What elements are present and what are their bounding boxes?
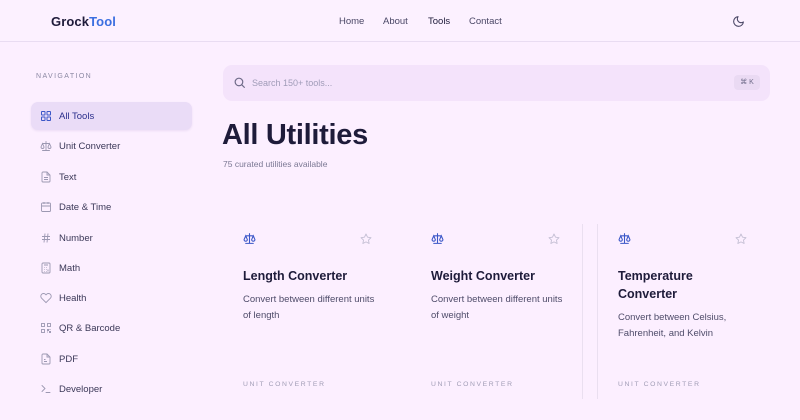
calendar-icon <box>40 200 52 212</box>
tool-card-length-converter[interactable]: Length Converter Convert between differe… <box>243 221 403 411</box>
pdf-file-icon <box>40 352 52 365</box>
search-icon <box>233 76 246 89</box>
grid-icon <box>40 109 52 121</box>
sidebar-item-label: All Tools <box>59 111 95 122</box>
hash-icon <box>40 231 52 243</box>
top-header: GrockTool Home About Tools Contact <box>0 0 800 42</box>
card-title: Weight Converter <box>431 269 535 283</box>
nav-link-contact[interactable]: Contact <box>469 16 502 27</box>
card-divider <box>597 224 598 399</box>
card-description: Convert between different units of weigh… <box>431 294 563 321</box>
sidebar-item-pdf[interactable]: PDF <box>31 345 192 373</box>
moon-icon[interactable] <box>732 15 745 28</box>
calculator-icon <box>40 261 52 274</box>
sidebar-item-label: Health <box>59 293 87 304</box>
scale-icon <box>618 232 631 245</box>
sidebar-item-unit-converter[interactable]: Unit Converter <box>31 132 192 160</box>
card-description: Convert between Celsius, Fahrenheit, and… <box>618 312 727 339</box>
nav-link-tools[interactable]: Tools <box>428 16 450 27</box>
card-category: UNIT CONVERTER <box>243 381 326 388</box>
sidebar-item-label: Number <box>59 233 93 244</box>
card-category: UNIT CONVERTER <box>431 381 514 388</box>
page-subtitle: 75 curated utilities available <box>223 159 328 169</box>
nav-link-about[interactable]: About <box>383 16 408 27</box>
page-title: All Utilities <box>222 119 368 151</box>
card-title: Length Converter <box>243 269 348 283</box>
sidebar-item-label: Developer <box>59 384 103 395</box>
sidebar-item-qr-barcode[interactable]: QR & Barcode <box>31 314 192 342</box>
sidebar-item-number[interactable]: Number <box>31 224 192 252</box>
sidebar-item-health[interactable]: Health <box>31 284 192 312</box>
sidebar-item-text[interactable]: Text <box>31 163 192 191</box>
tool-card-temperature-converter[interactable]: Temperature Converter Convert between Ce… <box>618 221 778 411</box>
main-nav: Home About Tools Contact <box>0 16 800 30</box>
card-title: Temperature Converter <box>618 269 693 301</box>
sidebar-item-label: PDF <box>59 354 78 365</box>
document-icon <box>40 170 52 183</box>
star-icon[interactable] <box>548 232 560 244</box>
qr-code-icon <box>40 321 52 333</box>
star-icon[interactable] <box>360 232 372 244</box>
sidebar-item-label: Math <box>59 263 81 274</box>
sidebar-item-label: QR & Barcode <box>59 323 121 334</box>
sidebar-item-math[interactable]: Math <box>31 254 192 282</box>
sidebar-item-all-tools[interactable]: All Tools <box>31 102 192 130</box>
sidebar-item-label: Date & Time <box>59 202 112 213</box>
sidebar-item-developer[interactable]: Developer <box>31 375 192 403</box>
scale-icon <box>243 232 256 245</box>
sidebar-heading: NAVIGATION <box>36 73 93 80</box>
search-input[interactable] <box>252 74 702 92</box>
terminal-icon <box>40 382 52 394</box>
card-description: Convert between different units of lengt… <box>243 294 375 321</box>
shortcut-badge: ⌘ K <box>734 75 760 90</box>
sidebar-item-label: Text <box>59 172 77 183</box>
card-category: UNIT CONVERTER <box>618 381 701 388</box>
nav-link-home[interactable]: Home <box>339 16 364 27</box>
tool-card-weight-converter[interactable]: Weight Converter Convert between differe… <box>431 221 591 411</box>
sidebar-item-label: Unit Converter <box>59 141 121 152</box>
scale-icon <box>40 139 52 151</box>
search-bar <box>223 65 770 101</box>
scale-icon <box>431 232 444 245</box>
card-divider <box>582 224 583 399</box>
sidebar-item-date-time[interactable]: Date & Time <box>31 193 192 221</box>
heart-icon <box>40 291 52 304</box>
star-icon[interactable] <box>735 232 747 244</box>
